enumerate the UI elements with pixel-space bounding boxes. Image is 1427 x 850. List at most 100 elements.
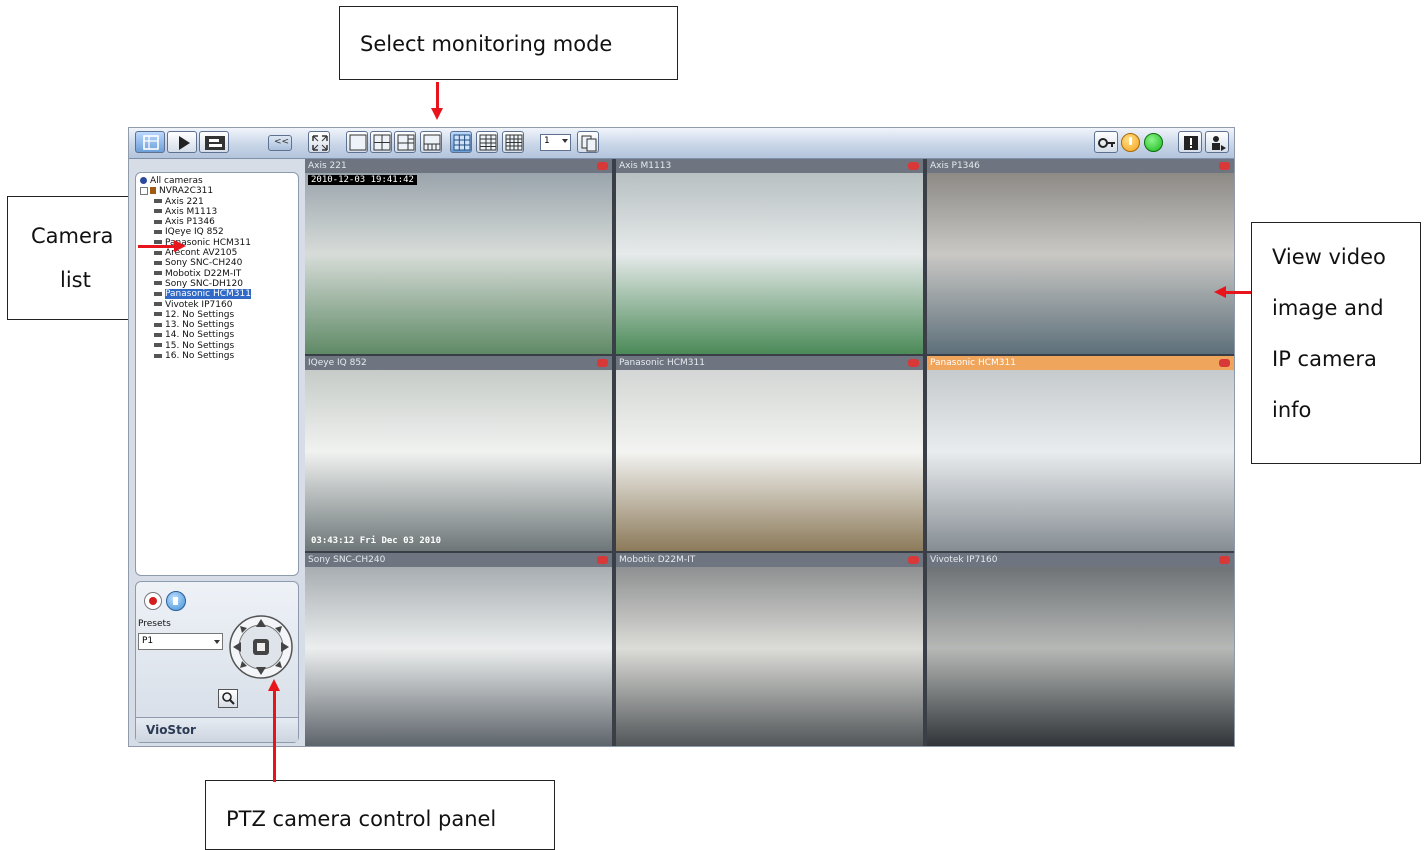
- video-tile[interactable]: Axis 221 2010-12-03 19:41:42: [305, 159, 612, 354]
- sequence-icon: [581, 135, 597, 152]
- tree-camera-item[interactable]: Axis 221: [140, 197, 251, 207]
- camera-tree-panel: All cameras NVRA2C311 Axis 221 Axis M1113…: [135, 172, 299, 576]
- tree-server[interactable]: NVRA2C311: [140, 186, 251, 196]
- layout-8-button[interactable]: [420, 131, 442, 153]
- tree-camera-item[interactable]: 12. No Settings: [140, 310, 251, 320]
- brand-logo: VioStor: [146, 723, 196, 737]
- tree-camera-item[interactable]: Axis M1113: [140, 207, 251, 217]
- callout-text-line-4: info: [1272, 398, 1312, 422]
- zoom-button[interactable]: [218, 689, 238, 708]
- tree-camera-item[interactable]: Panasonic HCM311: [140, 289, 251, 300]
- video-tile-title: Sony SNC-CH240: [305, 553, 612, 567]
- video-tile[interactable]: Vivotek IP7160: [927, 553, 1234, 746]
- recording-icon: [908, 556, 919, 564]
- tree-camera-item[interactable]: Arecont AV2105: [140, 248, 251, 258]
- server-icon: [150, 187, 156, 195]
- video-tile[interactable]: Panasonic HCM311: [927, 356, 1234, 551]
- preset-value: P1: [142, 636, 154, 646]
- preset-select[interactable]: P1: [138, 633, 223, 650]
- audio-button[interactable]: [166, 591, 186, 611]
- logout-button[interactable]: [1205, 131, 1229, 153]
- sequence-button[interactable]: [577, 131, 599, 153]
- recording-icon: [597, 359, 608, 367]
- video-tile[interactable]: IQeye IQ 852 03:43:12 Fri Dec 03 2010: [305, 356, 612, 551]
- system-settings-button[interactable]: [1094, 131, 1118, 153]
- video-grid: Axis 221 2010-12-03 19:41:42 Axis M1113 Axi…: [305, 159, 1234, 746]
- video-frame: [616, 173, 923, 354]
- camera-icon: [154, 199, 162, 204]
- chevron-down-icon: [562, 139, 568, 143]
- video-tile[interactable]: Panasonic HCM311: [616, 356, 923, 551]
- recording-icon: [597, 162, 608, 170]
- warning-status-icon[interactable]: [1121, 133, 1140, 152]
- playback-button[interactable]: [167, 131, 197, 153]
- camera-icon: [154, 332, 162, 337]
- collapse-sidebar-button[interactable]: <<: [268, 135, 292, 151]
- callout-select-monitoring-mode: Select monitoring mode: [339, 6, 678, 80]
- arrow-camera-list: [138, 245, 176, 248]
- tree-camera-label: 12. No Settings: [165, 309, 235, 320]
- arrow-view-video: [1226, 291, 1251, 294]
- callout-camera-list: Camera list: [7, 196, 138, 320]
- tree-camera-item[interactable]: 16. No Settings: [140, 351, 251, 361]
- video-timestamp: 03:43:12 Fri Dec 03 2010: [311, 536, 442, 546]
- ptz-joystick[interactable]: [228, 614, 294, 680]
- video-tile[interactable]: Mobotix D22M-IT: [616, 553, 923, 746]
- video-tile[interactable]: Axis M1113: [616, 159, 923, 354]
- tree-camera-label: Sony SNC-CH240: [165, 258, 243, 269]
- tree-camera-item[interactable]: Vivotek IP7160: [140, 300, 251, 310]
- tree-camera-item[interactable]: 15. No Settings: [140, 341, 251, 351]
- exclamation-icon: [1129, 137, 1132, 145]
- layout-16-button[interactable]: [502, 131, 524, 153]
- presets-label: Presets: [138, 619, 171, 629]
- record-button[interactable]: [144, 592, 162, 610]
- tree-camera-label: Axis P1346: [165, 217, 215, 228]
- live-view-button[interactable]: [135, 131, 165, 153]
- arrowhead-camera-list: [174, 240, 186, 252]
- callout-text-line-3: IP camera: [1272, 347, 1377, 371]
- layout-1-button[interactable]: [346, 131, 368, 153]
- chevron-down-icon: [214, 640, 220, 644]
- camera-icon: [154, 312, 162, 317]
- tree-camera-item[interactable]: 13. No Settings: [140, 320, 251, 330]
- video-tile-title: Axis P1346: [927, 159, 1234, 173]
- connection-status-icon[interactable]: [1144, 133, 1163, 152]
- collapse-icon: [140, 186, 148, 195]
- layout-9-button[interactable]: [450, 131, 472, 153]
- arrowhead-monitoring: [431, 108, 443, 120]
- video-tile-title: IQeye IQ 852: [305, 356, 612, 370]
- tree-camera-item[interactable]: Sony SNC-DH120: [140, 279, 251, 289]
- recording-icon: [1219, 556, 1230, 564]
- fullscreen-button[interactable]: [308, 131, 330, 153]
- layout-10-button[interactable]: [476, 131, 498, 153]
- channel-select[interactable]: 1: [540, 134, 571, 151]
- tree-camera-item[interactable]: 14. No Settings: [140, 330, 251, 340]
- vms-window: << 1 All cameras NVRA2C311 Axis 221 Axis …: [128, 127, 1235, 747]
- video-frame: [616, 370, 923, 551]
- camera-icon: [154, 322, 162, 327]
- tree-camera-item[interactable]: Axis P1346: [140, 217, 251, 227]
- tree-camera-item[interactable]: IQeye IQ 852: [140, 227, 251, 237]
- video-tile[interactable]: Sony SNC-CH240: [305, 553, 612, 746]
- camera-tree: All cameras NVRA2C311 Axis 221 Axis M1113…: [140, 176, 251, 361]
- tree-root-label: All cameras: [150, 176, 203, 186]
- info-button[interactable]: [1178, 131, 1202, 153]
- layout-4-button[interactable]: [370, 131, 392, 153]
- settings-button[interactable]: [199, 131, 229, 153]
- camera-icon: [154, 353, 162, 358]
- video-tile-title: Axis M1113: [616, 159, 923, 173]
- tree-camera-item[interactable]: Mobotix D22M-IT: [140, 269, 251, 279]
- layout-6-button[interactable]: [394, 131, 416, 153]
- video-tile-title: Axis 221: [305, 159, 612, 173]
- camera-icon: [154, 302, 162, 307]
- video-tile[interactable]: Axis P1346: [927, 159, 1234, 354]
- video-frame: [927, 567, 1234, 746]
- callout-ptz-control-panel: PTZ camera control panel: [205, 780, 555, 850]
- tree-root[interactable]: All cameras: [140, 176, 251, 186]
- camera-icon: [154, 209, 162, 214]
- tree-camera-item[interactable]: Sony SNC-CH240: [140, 258, 251, 268]
- tree-camera-label: IQeye IQ 852: [165, 227, 224, 238]
- video-tile-title: Panasonic HCM311: [616, 356, 923, 370]
- callout-text-line-1: View video: [1272, 245, 1386, 269]
- recording-icon: [908, 162, 919, 170]
